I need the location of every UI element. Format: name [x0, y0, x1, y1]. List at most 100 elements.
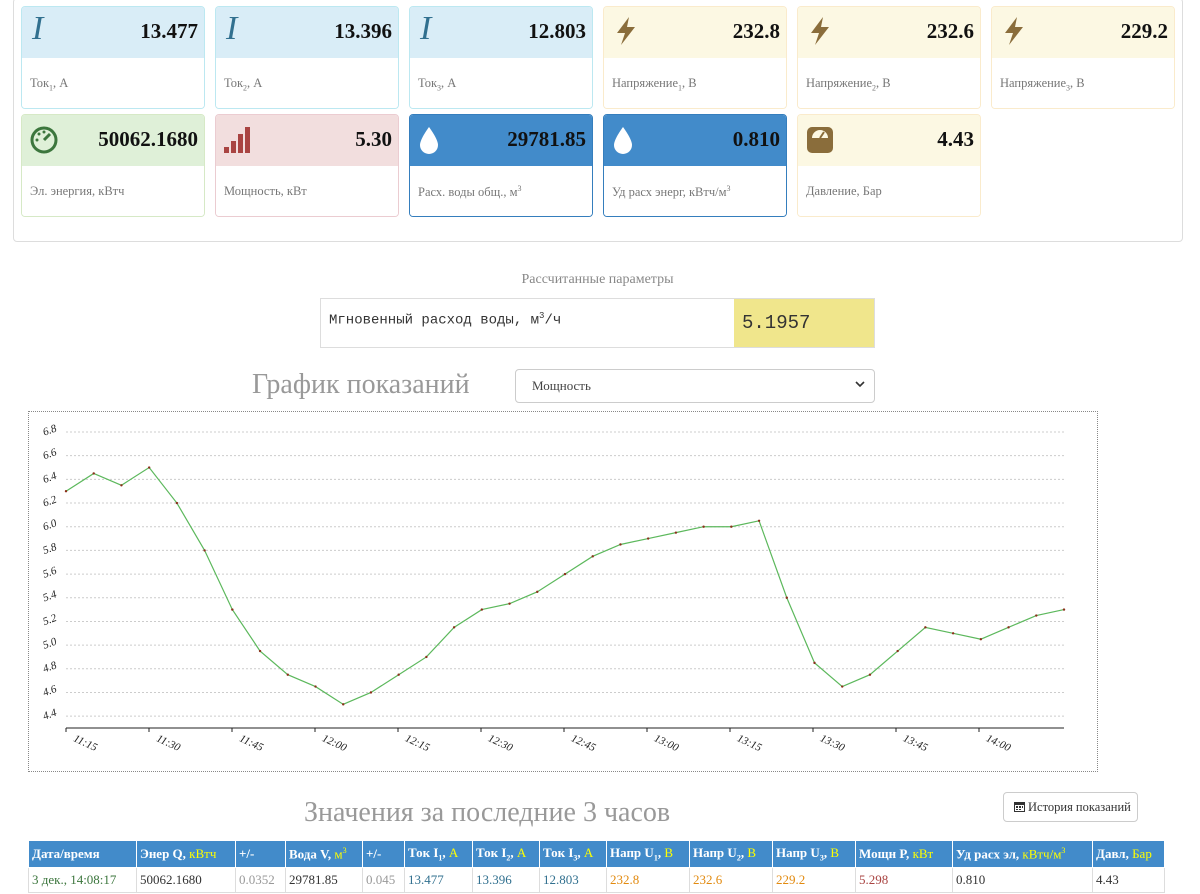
- water-drop-icon: [420, 127, 438, 154]
- data-point: [147, 466, 151, 469]
- data-point: [175, 501, 179, 505]
- card-value: 232.6: [926, 19, 974, 43]
- col-current-2: Ток I2, А: [472, 840, 540, 868]
- card-label: Расх. воды общ., м: [418, 185, 518, 200]
- data-point: [231, 608, 234, 611]
- data-point: [813, 661, 816, 665]
- chart-parameter-select[interactable]: Мощность: [515, 369, 875, 403]
- data-point: [508, 602, 511, 605]
- data-point: [868, 673, 872, 676]
- card-label: Ток: [224, 76, 244, 90]
- data-point: [397, 673, 400, 676]
- card-value: 29781.85: [507, 127, 586, 151]
- y-tick-label: 5.8: [41, 541, 58, 557]
- chevron-down-icon: [855, 381, 865, 388]
- card-water-total: 29781.85 Расх. воды общ., м3: [409, 114, 593, 217]
- table-row: 3 дек., 14:08:17 50062.1680 0.0352 29781…: [28, 867, 1165, 893]
- card-label: Напряжение: [1000, 76, 1067, 90]
- data-point: [425, 655, 428, 659]
- data-point: [646, 537, 650, 540]
- data-point: [674, 531, 678, 534]
- data-point: [120, 484, 123, 487]
- card-value: 13.477: [140, 19, 198, 43]
- x-tick-label: 13:30: [818, 732, 847, 754]
- data-point: [785, 596, 788, 599]
- y-tick-label: 6.0: [41, 517, 58, 533]
- cell-voltage-1: 232.8: [606, 867, 690, 893]
- data-point: [979, 638, 983, 641]
- x-tick-label: 13:45: [901, 732, 930, 754]
- col-current-1: Ток I1, А: [404, 840, 473, 868]
- cell-energy-delta: 0.0352: [235, 867, 286, 893]
- card-specific-energy: 0.810 Уд расх энерг, кВтч/м3: [603, 114, 787, 217]
- chart-title: График показаний: [252, 369, 470, 400]
- data-point: [1007, 626, 1010, 629]
- cell-water-delta: 0.045: [362, 867, 405, 893]
- calc-box: Мгновенный расход воды, м3/ч 5.1957: [320, 298, 875, 348]
- card-energy: 50062.1680 Эл. энергия, кВтч: [21, 114, 205, 217]
- data-point: [563, 572, 567, 576]
- card-label-unit: , В: [1070, 76, 1085, 90]
- y-tick-label: 4.6: [41, 683, 58, 699]
- y-tick-label: 5.0: [41, 636, 58, 652]
- card-label: Напряжение: [612, 76, 679, 90]
- col-voltage-3: Напр U3, В: [772, 840, 856, 868]
- y-tick-label: 6.4: [41, 470, 58, 486]
- cell-voltage-3: 229.2: [772, 867, 856, 893]
- calc-label-text: Мгновенный расход воды, м: [329, 312, 540, 329]
- y-tick-label: 4.4: [41, 707, 58, 723]
- data-point: [480, 608, 484, 611]
- card-label-unit: , В: [876, 76, 891, 90]
- x-tick-label: 12:45: [569, 732, 598, 754]
- col-energy: Энер Q, кВтч: [136, 840, 236, 868]
- data-point: [342, 703, 345, 706]
- calc-label-tail: /ч: [544, 312, 562, 329]
- card-voltage-1: 232.8 Напряжение1, В: [603, 6, 787, 109]
- col-voltage-1: Напр U1, В: [606, 840, 690, 868]
- card-current-3: I 12.803 Ток3, А: [409, 6, 593, 109]
- card-label: Уд расх энерг, кВтч/м: [612, 185, 727, 200]
- card-voltage-2: 232.6 Напряжение2, В: [797, 6, 981, 109]
- data-point: [702, 525, 705, 528]
- card-current-2: I 13.396 Ток2, А: [215, 6, 399, 109]
- data-point: [951, 632, 955, 635]
- col-water: Вода V, м3: [285, 840, 363, 868]
- card-value: 0.810: [732, 127, 780, 151]
- card-value: 5.30: [355, 127, 392, 151]
- water-drop-icon: [614, 127, 632, 154]
- data-point: [924, 626, 927, 629]
- col-power: Мощн P, кВт: [855, 840, 953, 868]
- current-icon: I: [226, 10, 238, 47]
- col-specific-energy: Уд расх эл, кВтч/м3: [952, 840, 1093, 868]
- card-value: 13.396: [334, 19, 392, 43]
- card-pressure: 4.43 Давление, Бар: [797, 114, 981, 217]
- card-value: 12.803: [528, 19, 586, 43]
- col-voltage-2: Напр U2, В: [689, 840, 773, 868]
- pressure-gauge-icon: [807, 127, 833, 153]
- history-button-label: История показаний: [1028, 800, 1131, 814]
- data-point: [258, 649, 262, 653]
- col-energy-delta: +/-: [235, 840, 286, 868]
- cell-water: 29781.85: [285, 867, 363, 893]
- card-label-unit: , А: [441, 76, 457, 90]
- x-tick-label: 11:30: [154, 733, 182, 755]
- cell-current-1: 13.477: [404, 867, 473, 893]
- data-point: [536, 590, 539, 594]
- bolt-icon: [617, 17, 635, 45]
- cell-current-2: 13.396: [472, 867, 540, 893]
- select-value: Мощность: [532, 378, 591, 393]
- current-icon: I: [420, 10, 432, 47]
- x-tick-label: 12:15: [403, 732, 432, 754]
- card-label: Эл. энергия, кВтч: [30, 184, 125, 198]
- cell-current-3: 12.803: [539, 867, 607, 893]
- y-tick-label: 6.2: [41, 493, 58, 509]
- data-point: [314, 685, 317, 688]
- y-tick-label: 6.6: [41, 446, 58, 462]
- calc-label: Мгновенный расход воды, м3/ч: [329, 311, 561, 329]
- data-point: [203, 549, 206, 552]
- data-point: [369, 691, 373, 694]
- history-button[interactable]: История показаний: [1003, 792, 1138, 822]
- y-tick-label: 5.4: [41, 588, 58, 604]
- x-tick-label: 12:00: [320, 732, 349, 754]
- col-datetime: Дата/время: [28, 840, 137, 868]
